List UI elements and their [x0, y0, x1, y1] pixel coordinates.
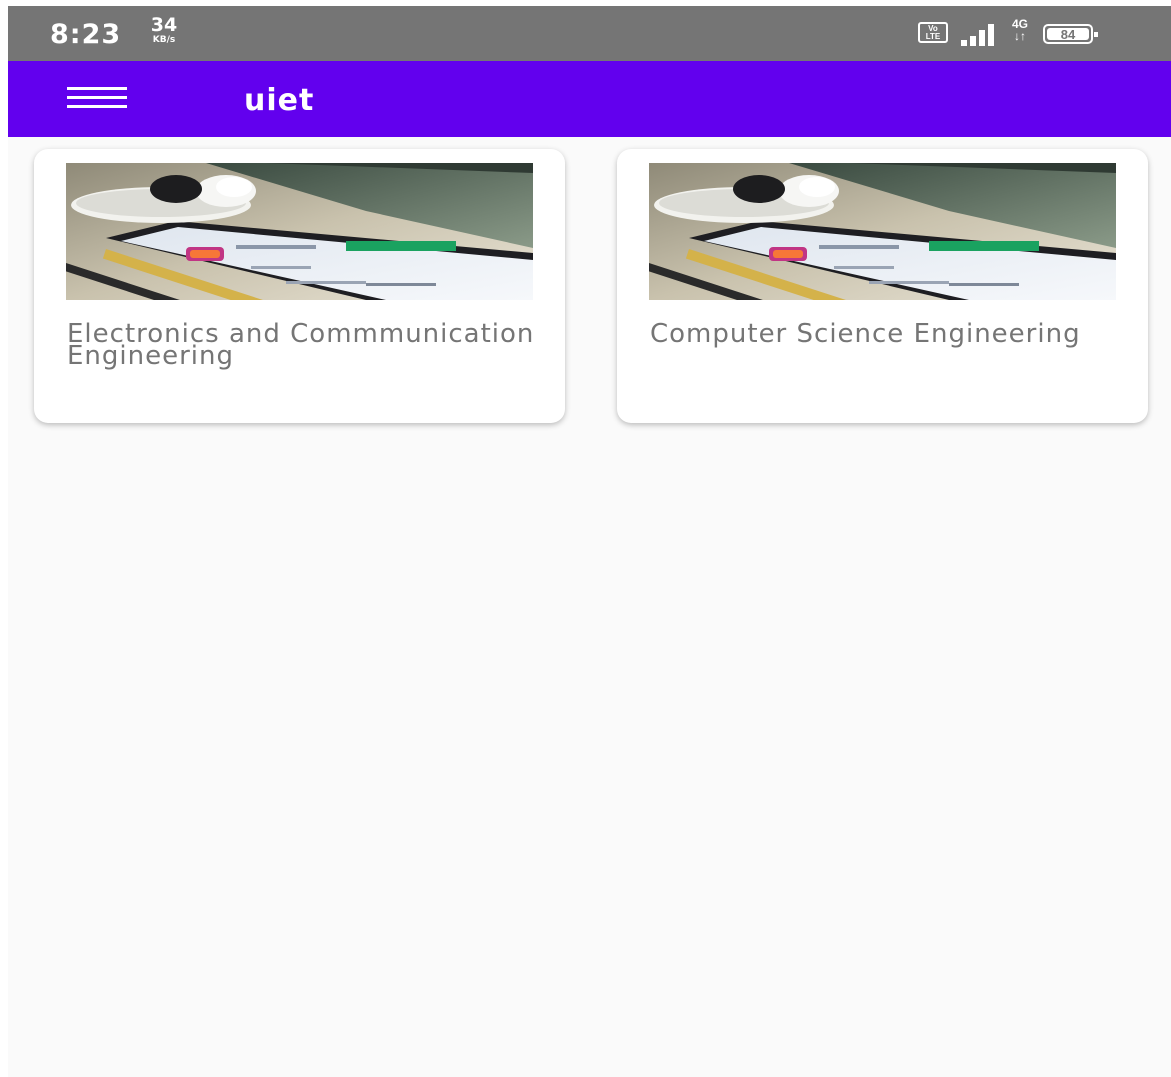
network-speed-unit: KB/s [152, 35, 176, 45]
department-card-title: Computer Science Engineering [650, 319, 1081, 349]
signal-strength-icon [961, 22, 1001, 46]
app-title: uiet [244, 83, 315, 118]
department-card-image [649, 163, 1116, 300]
battery-icon: 84 [1043, 24, 1098, 44]
department-card-cse[interactable]: Computer Science Engineering [617, 149, 1148, 423]
data-transfer-arrows-icon: ↓↑ [1014, 29, 1026, 43]
department-card-title: Electronics and Commmunication Engineeri… [67, 319, 535, 371]
hamburger-menu-icon[interactable] [64, 83, 130, 115]
network-type-icon: 4G ↓↑ [1008, 18, 1032, 42]
app-screen: 8:23 34 KB/s Vo LTE 4G ↓↑ 84 uiet Electr… [8, 6, 1171, 1077]
app-bar: uiet [8, 61, 1171, 137]
department-card-image [66, 163, 533, 300]
status-bar: 8:23 34 KB/s Vo LTE 4G ↓↑ 84 [8, 6, 1171, 61]
volte-bottom-label: LTE [925, 32, 941, 41]
volte-icon: Vo LTE [918, 22, 948, 43]
status-time: 8:23 [50, 19, 122, 50]
battery-level: 84 [1047, 28, 1089, 41]
network-speed-value: 34 [150, 14, 178, 36]
network-speed: 34 KB/s [144, 16, 184, 45]
department-card-ece[interactable]: Electronics and Commmunication Engineeri… [34, 149, 565, 423]
